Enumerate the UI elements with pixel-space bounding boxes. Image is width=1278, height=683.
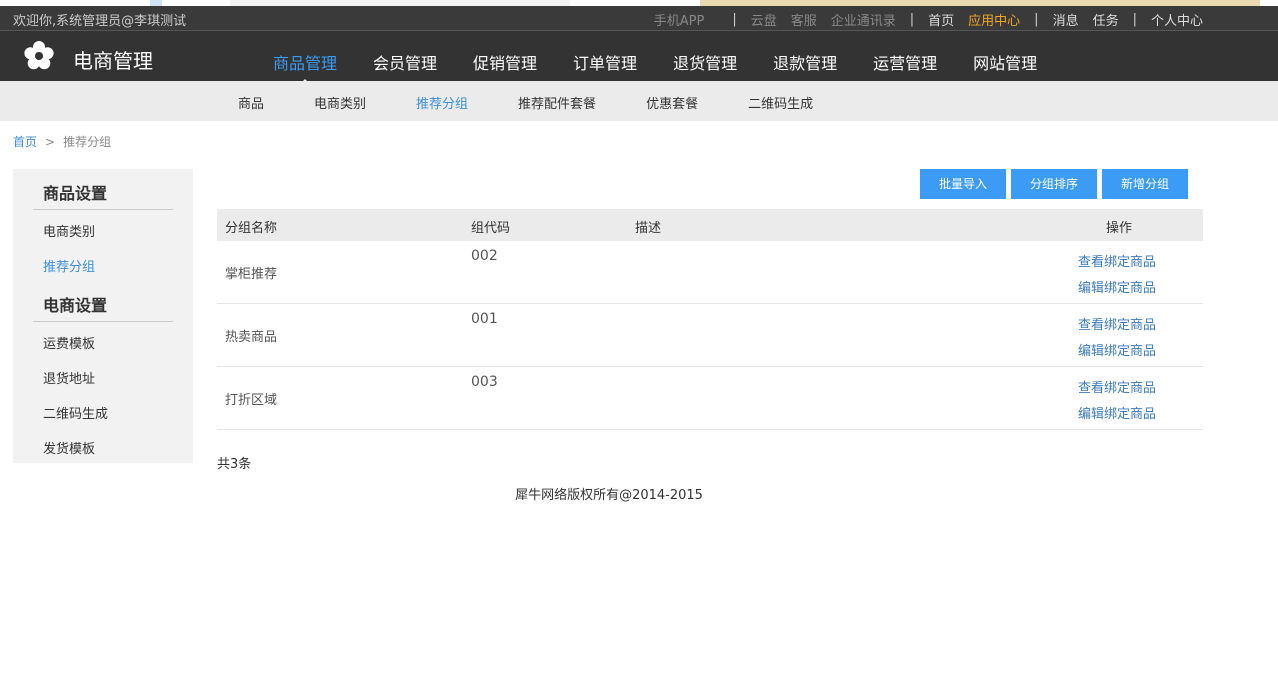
brand-name: 电商管理: [73, 49, 153, 73]
top-info-bar: 欢迎你,系统管理员@李琪测试 手机APP | 云盘 客服 企业通讯录 | 首页 …: [0, 6, 1278, 31]
header-group-name: 分组名称: [225, 221, 278, 236]
sidebar: 商品设置 电商类别 推荐分组 电商设置 运费模板 退货地址 二维码生成 发货模板: [13, 169, 193, 463]
tasks-link[interactable]: 任务: [1093, 10, 1119, 29]
sidebar-divider: [33, 321, 173, 322]
edit-bound-products-link[interactable]: 编辑绑定商品: [1078, 403, 1156, 422]
sidebar-section-title: 商品设置: [43, 184, 108, 203]
sidebar-item-category[interactable]: 电商类别: [43, 221, 95, 240]
sidebar-section-title: 电商设置: [43, 296, 108, 315]
add-group-button[interactable]: 新增分组: [1102, 169, 1188, 199]
subnav-qrcode[interactable]: 二维码生成: [748, 93, 813, 112]
sidebar-divider: [33, 209, 173, 210]
sidebar-item-qrcode[interactable]: 二维码生成: [43, 403, 108, 422]
breadcrumb-current: 推荐分组: [63, 135, 112, 149]
cell-group-name: 打折区域: [225, 393, 278, 408]
cell-group-code: 003: [471, 374, 498, 390]
welcome-text: 欢迎你,系统管理员@李琪测试: [13, 14, 187, 29]
total-count: 共3条: [217, 457, 252, 472]
subnav-category[interactable]: 电商类别: [314, 93, 366, 112]
view-bound-products-link[interactable]: 查看绑定商品: [1078, 377, 1156, 396]
cloud-link[interactable]: 云盘: [751, 10, 777, 29]
edit-bound-products-link[interactable]: 编辑绑定商品: [1078, 277, 1156, 296]
sidebar-item-shipping-template[interactable]: 运费模板: [43, 333, 95, 352]
nav-return-management[interactable]: 退货管理: [673, 50, 737, 74]
edit-bound-products-link[interactable]: 编辑绑定商品: [1078, 340, 1156, 359]
separator: |: [1034, 12, 1039, 27]
top-links: 手机APP | 云盘 客服 企业通讯录 | 首页 应用中心 | 消息 任务 | …: [654, 10, 1203, 29]
header-description: 描述: [635, 221, 662, 236]
cell-group-code: 001: [471, 311, 498, 327]
group-table: 分组名称 组代码 描述 操作 掌柜推荐 002 查看绑定商品 编辑绑定商品 热卖…: [217, 209, 1203, 430]
cell-group-name: 掌柜推荐: [225, 267, 278, 282]
nav-product-management[interactable]: 商品管理: [273, 50, 337, 87]
nav-order-management[interactable]: 订单管理: [573, 50, 637, 74]
nav-refund-management[interactable]: 退款管理: [773, 50, 837, 74]
personal-center-link[interactable]: 个人中心: [1151, 10, 1203, 29]
table-row: 打折区域 003 查看绑定商品 编辑绑定商品: [217, 367, 1203, 430]
sub-nav-items: 商品 电商类别 推荐分组 推荐配件套餐 优惠套餐 二维码生成: [238, 93, 863, 112]
sub-nav: 商品 电商类别 推荐分组 推荐配件套餐 优惠套餐 二维码生成: [0, 81, 1278, 121]
breadcrumb: 首页 > 推荐分组: [13, 133, 111, 150]
view-bound-products-link[interactable]: 查看绑定商品: [1078, 314, 1156, 333]
cell-group-name: 热卖商品: [225, 330, 278, 345]
separator: |: [732, 12, 737, 27]
flower-icon: [24, 41, 54, 70]
group-sort-button[interactable]: 分组排序: [1011, 169, 1097, 199]
separator: |: [1132, 12, 1137, 27]
table-row: 热卖商品 001 查看绑定商品 编辑绑定商品: [217, 304, 1203, 367]
subnav-accessory-bundle[interactable]: 推荐配件套餐: [518, 93, 596, 112]
table-header: 分组名称 组代码 描述 操作: [217, 209, 1203, 241]
subnav-discount-bundle[interactable]: 优惠套餐: [646, 93, 698, 112]
sidebar-item-delivery-template[interactable]: 发货模板: [43, 438, 95, 457]
table-row: 掌柜推荐 002 查看绑定商品 编辑绑定商品: [217, 241, 1203, 304]
app-center-link[interactable]: 应用中心: [968, 10, 1020, 29]
batch-import-button[interactable]: 批量导入: [920, 169, 1006, 199]
separator: |: [909, 12, 915, 27]
home-link[interactable]: 首页: [928, 10, 954, 29]
subnav-product[interactable]: 商品: [238, 93, 264, 112]
mobile-app-link[interactable]: 手机APP: [654, 10, 705, 29]
sidebar-item-recommend-group[interactable]: 推荐分组: [43, 256, 95, 275]
contacts-link[interactable]: 企业通讯录: [831, 10, 896, 29]
subnav-recommend-group[interactable]: 推荐分组: [416, 93, 468, 112]
footer-copyright: 犀牛网络版权所有@2014-2015: [515, 488, 703, 503]
main-nav-items: 商品管理 会员管理 促销管理 订单管理 退货管理 退款管理 运营管理 网站管理: [273, 50, 1073, 87]
nav-operation-management[interactable]: 运营管理: [873, 50, 937, 74]
messages-link[interactable]: 消息: [1053, 10, 1079, 29]
nav-member-management[interactable]: 会员管理: [373, 50, 437, 74]
nav-promotion-management[interactable]: 促销管理: [473, 50, 537, 74]
view-bound-products-link[interactable]: 查看绑定商品: [1078, 251, 1156, 270]
header-operations: 操作: [1106, 221, 1133, 236]
header-group-code: 组代码: [471, 221, 511, 236]
main-nav: 电商管理 商品管理 会员管理 促销管理 订单管理 退货管理 退款管理 运营管理 …: [0, 31, 1278, 87]
service-link[interactable]: 客服: [791, 10, 817, 29]
cell-group-code: 002: [471, 248, 498, 264]
breadcrumb-home[interactable]: 首页: [13, 135, 37, 149]
nav-website-management[interactable]: 网站管理: [973, 50, 1037, 74]
sidebar-item-return-address[interactable]: 退货地址: [43, 368, 95, 387]
breadcrumb-arrow: >: [45, 135, 56, 149]
